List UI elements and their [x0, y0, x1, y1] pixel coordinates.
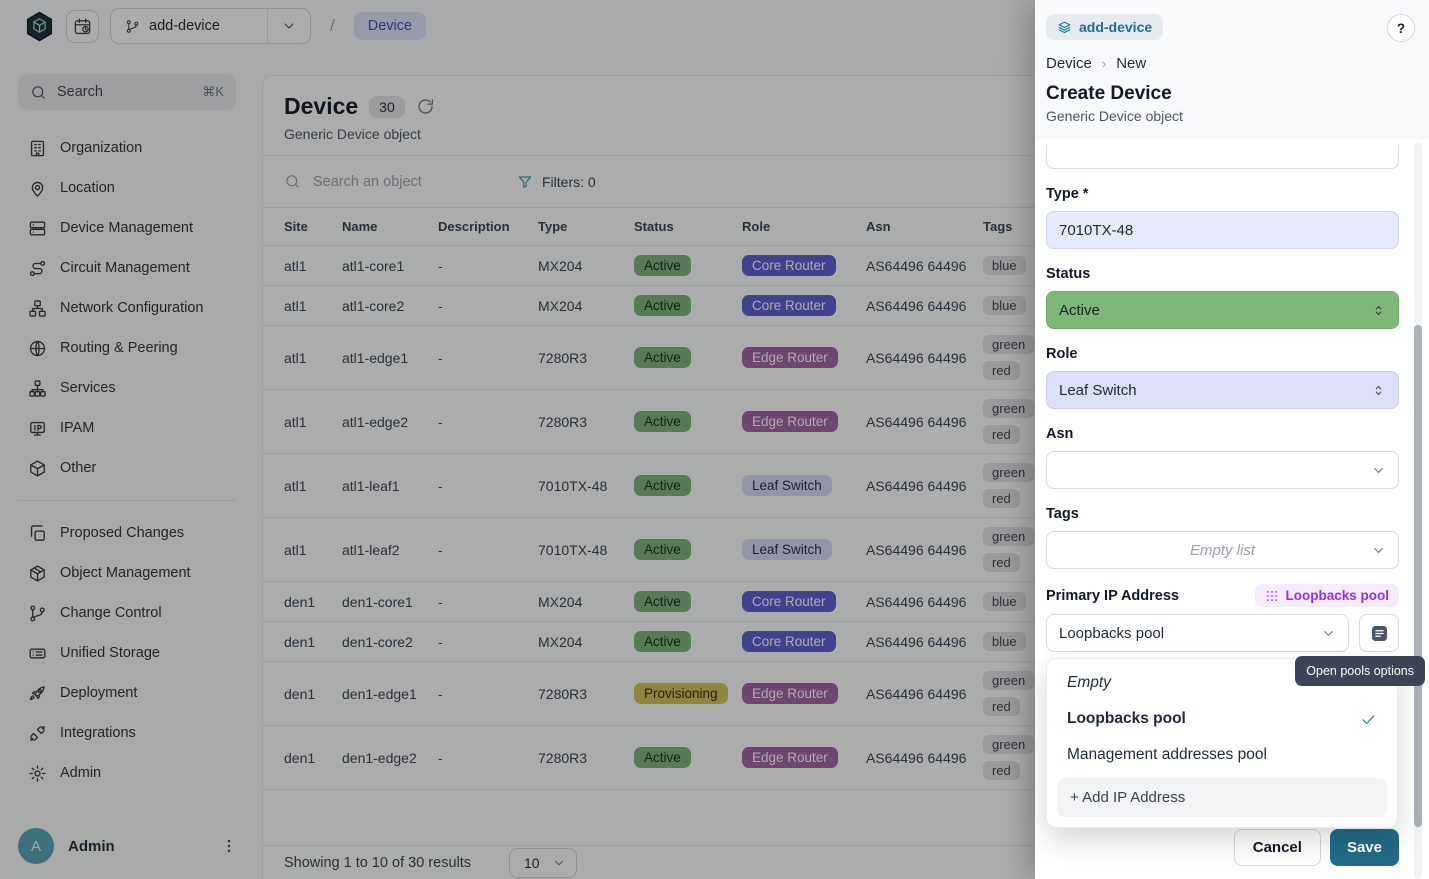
dropdown-option-label: Empty — [1067, 674, 1111, 692]
layers-icon — [1057, 20, 1072, 35]
scrolled-field-partial[interactable] — [1046, 145, 1399, 169]
field-tags: Tags Empty list — [1046, 504, 1399, 569]
drawer-breadcrumb-parent[interactable]: Device — [1046, 55, 1092, 72]
loopbacks-pool-badge[interactable]: Loopbacks pool — [1255, 584, 1399, 607]
check-icon — [1360, 711, 1377, 728]
type-label: Type * — [1046, 184, 1399, 204]
tags-select[interactable]: Empty list — [1046, 531, 1399, 569]
chevron-down-icon — [1321, 626, 1336, 641]
drawer-subtitle: Generic Device object — [1046, 108, 1415, 124]
drawer-header: add-device ? Device › New Create Device … — [1035, 0, 1429, 139]
tags-placeholder: Empty list — [1047, 542, 1398, 559]
pool-badge-label: Loopbacks pool — [1285, 588, 1389, 603]
chevron-right-icon: › — [1102, 56, 1106, 71]
drawer-title: Create Device — [1046, 83, 1415, 105]
dropdown-option-label: Management addresses pool — [1067, 746, 1267, 764]
grid-dots-icon — [1265, 589, 1279, 603]
drawer-branch-badge[interactable]: add-device — [1046, 14, 1163, 40]
role-value: Leaf Switch — [1059, 382, 1137, 399]
create-device-drawer: add-device ? Device › New Create Device … — [1035, 0, 1429, 879]
drawer-breadcrumb-current: New — [1116, 55, 1146, 72]
drawer-footer: Cancel Save — [1234, 829, 1399, 866]
scrollbar-thumb[interactable] — [1414, 325, 1422, 827]
type-input[interactable]: 7010TX-48 — [1046, 211, 1399, 249]
add-ip-address-button[interactable]: + Add IP Address — [1057, 778, 1387, 817]
asn-select[interactable] — [1046, 451, 1399, 489]
field-status: Status Active — [1046, 264, 1399, 329]
status-value: Active — [1059, 302, 1100, 319]
dropdown-option-loopbacks-pool[interactable]: Loopbacks pool — [1057, 701, 1387, 737]
drawer-branch-name: add-device — [1079, 19, 1152, 35]
help-button[interactable]: ? — [1387, 14, 1415, 42]
chevrons-up-down-icon — [1371, 303, 1386, 318]
cancel-button[interactable]: Cancel — [1234, 829, 1321, 866]
chevrons-up-down-icon — [1371, 383, 1386, 398]
field-primary-ip: Primary IP Address Loopbacks pool Loopba… — [1046, 584, 1399, 652]
field-asn: Asn — [1046, 424, 1399, 489]
drawer-breadcrumb: Device › New — [1046, 55, 1415, 72]
role-select[interactable]: Leaf Switch — [1046, 371, 1399, 409]
tags-label: Tags — [1046, 504, 1399, 524]
asn-label: Asn — [1046, 424, 1399, 444]
dropdown-option-management-addresses-pool[interactable]: Management addresses pool — [1057, 737, 1387, 773]
tooltip: Open pools options — [1295, 656, 1425, 686]
primary-ip-value: Loopbacks pool — [1059, 625, 1164, 642]
chevron-down-icon — [1371, 463, 1386, 478]
dropdown-option-label: Loopbacks pool — [1067, 710, 1186, 728]
field-type: Type * 7010TX-48 — [1046, 184, 1399, 249]
list-details-icon — [1370, 624, 1389, 643]
drawer-form: Type * 7010TX-48 Status Active Role Leaf… — [1035, 145, 1429, 652]
save-button[interactable]: Save — [1330, 829, 1399, 866]
field-role: Role Leaf Switch — [1046, 344, 1399, 409]
type-value: 7010TX-48 — [1059, 222, 1133, 239]
role-label: Role — [1046, 344, 1399, 364]
status-label: Status — [1046, 264, 1399, 284]
app-root: add-device / Device Search ⌘K Organizati… — [0, 0, 1429, 879]
primary-ip-label: Primary IP Address — [1046, 586, 1179, 606]
primary-ip-select[interactable]: Loopbacks pool — [1046, 614, 1349, 652]
status-select[interactable]: Active — [1046, 291, 1399, 329]
open-pools-options-button[interactable] — [1359, 614, 1399, 652]
